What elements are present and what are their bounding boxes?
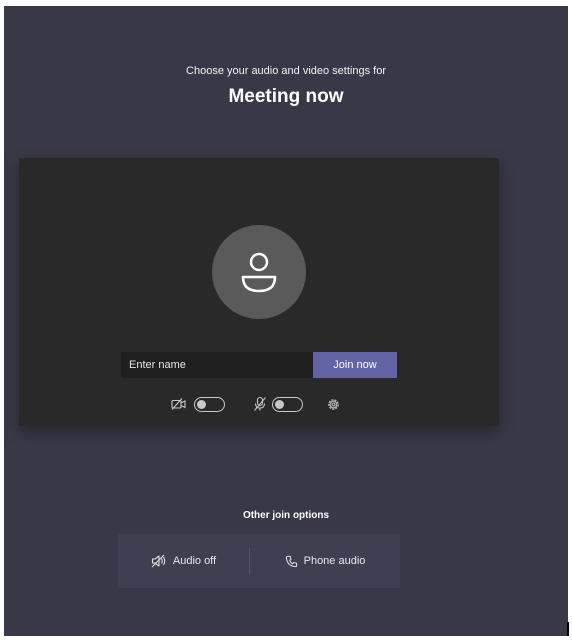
mic-off-icon — [253, 396, 267, 417]
gear-icon[interactable] — [326, 397, 341, 417]
phone-audio-option[interactable]: Phone audio — [250, 534, 400, 588]
phone-icon — [285, 555, 297, 567]
avatar — [212, 225, 306, 319]
speaker-off-icon — [151, 554, 166, 568]
name-input[interactable] — [121, 352, 313, 378]
audio-off-label: Audio off — [172, 555, 217, 567]
meeting-title: Meeting now — [228, 86, 344, 107]
mic-toggle-knob — [275, 400, 284, 409]
prejoin-subtitle: Choose your audio and video settings for — [186, 65, 386, 77]
mic-toggle[interactable] — [272, 397, 303, 412]
video-preview-panel: Join now — [19, 158, 499, 426]
video-toggle-knob — [197, 400, 206, 409]
edge-marker — [567, 622, 569, 636]
phone-audio-label: Phone audio — [303, 555, 366, 567]
join-now-button[interactable]: Join now — [313, 352, 397, 378]
other-join-options-panel: Audio off Phone audio — [118, 534, 400, 588]
audio-off-option[interactable]: Audio off — [118, 534, 249, 588]
video-toggle[interactable] — [194, 397, 225, 412]
other-join-options-label: Other join options — [242, 510, 330, 521]
prejoin-screen: Choose your audio and video settings for… — [4, 6, 568, 636]
camera-off-icon — [171, 397, 187, 416]
person-icon — [241, 252, 277, 293]
device-toggle-row — [19, 394, 499, 418]
